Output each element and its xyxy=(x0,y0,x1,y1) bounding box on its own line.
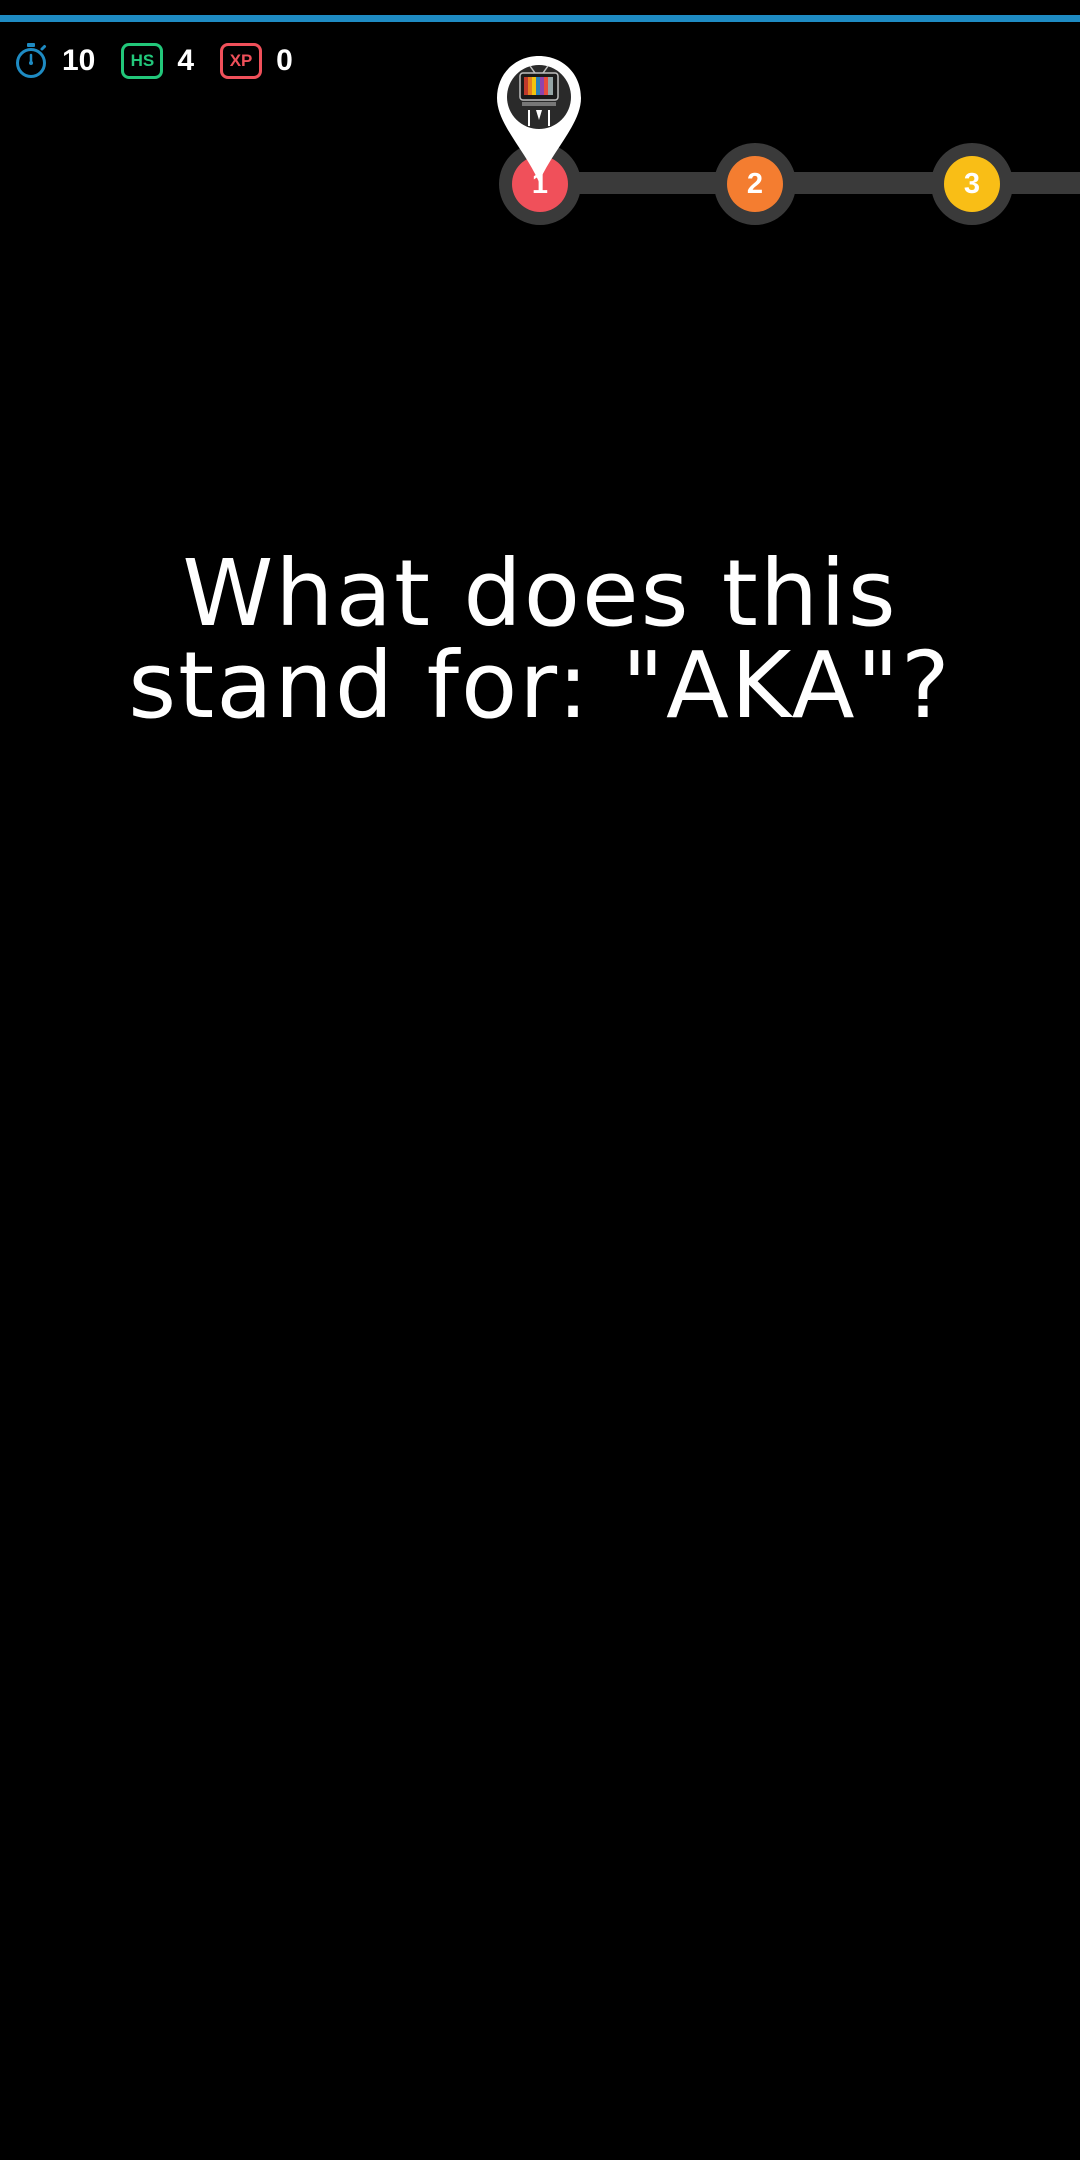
high-score-value: 4 xyxy=(177,44,195,77)
timer-stat: 10 xyxy=(14,42,95,80)
level-node-2[interactable]: 2 xyxy=(714,143,796,225)
question-text: What does this stand for: "AKA"? xyxy=(128,540,952,739)
high-score-badge: HS xyxy=(121,43,164,79)
level-number: 2 xyxy=(727,156,783,212)
timer-bar xyxy=(0,15,1080,22)
stats-bar: 10 HS 4 XP 0 xyxy=(14,40,319,82)
stopwatch-icon xyxy=(14,42,48,80)
xp-value: 0 xyxy=(276,44,293,77)
timer-value: 10 xyxy=(62,44,96,77)
level-number: 3 xyxy=(944,156,1000,212)
xp-badge: XP xyxy=(220,43,263,79)
level-node-3[interactable]: 3 xyxy=(931,143,1013,225)
current-level-pin xyxy=(495,54,583,184)
high-score-stat: HS 4 xyxy=(121,43,194,79)
tv-avatar-pin-icon xyxy=(497,56,581,182)
xp-stat: XP 0 xyxy=(220,43,293,79)
